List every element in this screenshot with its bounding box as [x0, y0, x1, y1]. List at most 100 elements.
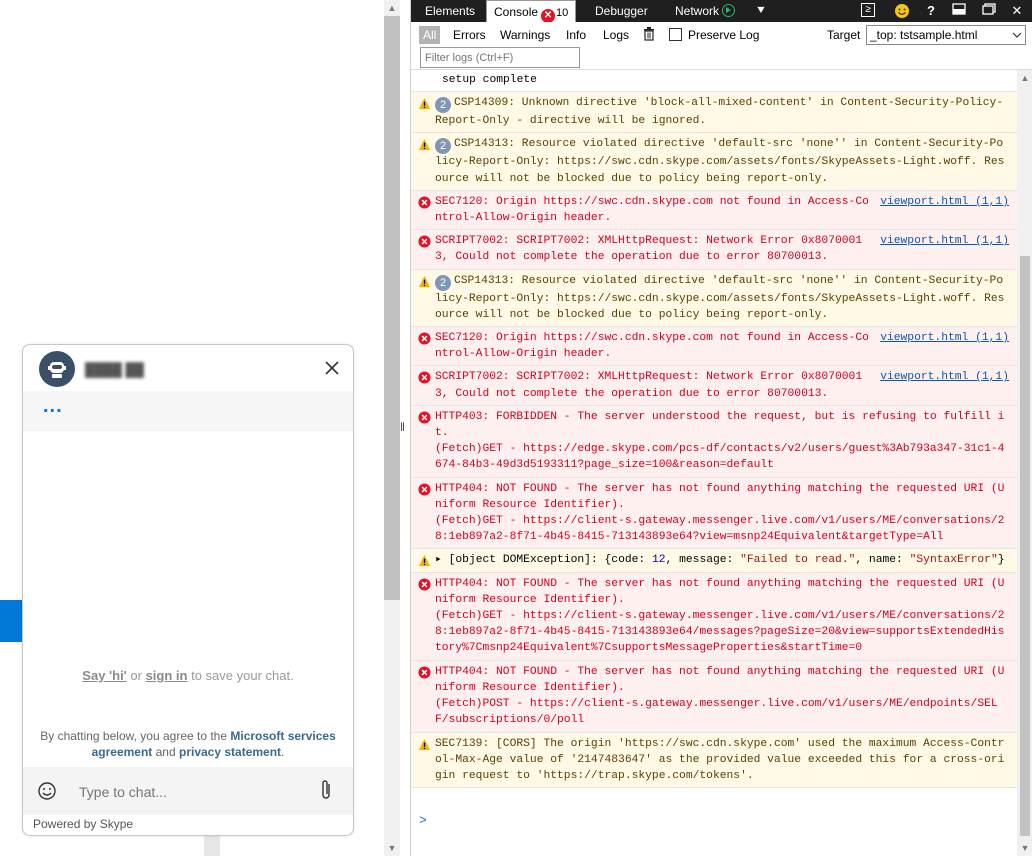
- console-error-row: HTTP404: NOT FOUND - The server has not …: [411, 477, 1017, 550]
- chat-header: ████ ██: [23, 345, 353, 391]
- console-scrollbar[interactable]: ▲ ▼: [1017, 70, 1032, 856]
- agreement-text: By chatting below, you agree to the Micr…: [35, 728, 341, 760]
- chat-input-bar: [23, 767, 353, 815]
- scroll-thumb[interactable]: [384, 16, 400, 600]
- record-icon: [722, 4, 736, 17]
- console-message-body: viewport.html (1,1) SEC7120: Origin https…: [435, 194, 1009, 226]
- error-icon: [418, 371, 431, 384]
- powered-by-skype: Powered by Skype: [33, 817, 134, 831]
- tab-network[interactable]: Network: [675, 0, 736, 22]
- scroll-up-arrow[interactable]: ▲: [384, 0, 400, 16]
- close-devtools-icon[interactable]: ✕: [1010, 3, 1024, 19]
- tab-console-label: Console: [494, 5, 539, 19]
- filter-logs-input[interactable]: [420, 47, 580, 68]
- console-message-text: SCRIPT7002: SCRIPT7002: XMLHttpRequest: …: [435, 371, 863, 400]
- console-message-text: CSP14313: Resource violated directive 'd…: [435, 274, 1005, 321]
- expand-triangle-icon[interactable]: ▸: [435, 554, 449, 566]
- preserve-log-label: Preserve Log: [688, 28, 760, 42]
- tab-elements[interactable]: Elements: [425, 0, 475, 22]
- scroll-down-arrow[interactable]: ▼: [1017, 840, 1032, 856]
- save-suffix: to save your chat.: [187, 668, 294, 683]
- warning-icon: [418, 275, 431, 287]
- console-error-row: viewport.html (1,1) SCRIPT7002: SCRIPT700…: [411, 230, 1017, 270]
- typing-indicator-bar: ...: [23, 391, 353, 431]
- source-link[interactable]: viewport.html (1,1): [880, 369, 1009, 385]
- filter-errors[interactable]: Errors: [449, 26, 490, 44]
- console-message-body: 2 CSP14309: Unknown directive 'block-all-…: [435, 95, 1009, 129]
- console-warning-row: 2 CSP14313: Resource violated directive '…: [411, 133, 1017, 191]
- filter-logs[interactable]: Logs: [599, 26, 633, 44]
- host-page: ████ ██ ... Say 'hi' or sign in to save …: [0, 0, 384, 856]
- chevron-down-icon: [1012, 32, 1022, 38]
- scroll-up-arrow[interactable]: ▲: [1017, 70, 1032, 86]
- scroll-thumb[interactable]: [1020, 256, 1030, 836]
- console-warning-row: 2 CSP14309: Unknown directive 'block-all-…: [411, 92, 1017, 134]
- warning-icon: [418, 139, 431, 151]
- source-link[interactable]: viewport.html (1,1): [880, 194, 1009, 210]
- console-message-text: HTTP404: NOT FOUND - The server has not …: [435, 665, 1005, 727]
- dock-icon[interactable]: [951, 3, 967, 19]
- console-toggle-icon[interactable]: ≥: [861, 3, 875, 17]
- console-message-body: ▸ [object DOMException]: {code: 12, mess…: [435, 552, 1009, 568]
- console-log: setup complete 2 CSP14309: Unknown direct…: [411, 70, 1017, 856]
- console-error-count: 10: [556, 7, 569, 19]
- warning-icon: [418, 738, 431, 750]
- privacy-statement-link[interactable]: privacy statement: [179, 745, 281, 759]
- tab-console[interactable]: Console ✕ 10: [486, 0, 576, 23]
- typing-dots: ...: [43, 395, 63, 417]
- scroll-down-arrow[interactable]: ▼: [384, 840, 400, 856]
- filter-all[interactable]: All: [419, 26, 441, 44]
- error-badge-icon: ✕: [541, 9, 556, 23]
- console-message-text: SEC7139: [CORS] The origin 'https://swc.…: [435, 737, 1005, 782]
- console-message-text: SCRIPT7002: SCRIPT7002: XMLHttpRequest: …: [435, 235, 863, 264]
- source-link[interactable]: viewport.html (1,1): [880, 330, 1009, 346]
- repeat-count-badge: 2: [435, 138, 451, 155]
- emoji-icon[interactable]: [37, 781, 57, 801]
- repeat-count-badge: 2: [435, 274, 451, 291]
- console-error-row: HTTP403: FORBIDDEN - The server understo…: [411, 405, 1017, 478]
- host-page-blue-block: [0, 600, 22, 642]
- console-warning-row: ▸ [object DOMException]: {code: 12, mess…: [411, 549, 1017, 573]
- console-message-body: HTTP403: FORBIDDEN - The server understo…: [435, 409, 1009, 474]
- chat-widget: ████ ██ ... Say 'hi' or sign in to save …: [22, 344, 354, 836]
- console-error-row: viewport.html (1,1) SEC7120: Origin https…: [411, 190, 1017, 231]
- error-icon: [418, 483, 431, 496]
- save-chat-hint: Say 'hi' or sign in to save your chat.: [23, 668, 353, 683]
- say-hi-link[interactable]: Say 'hi': [82, 668, 126, 683]
- console-prompt[interactable]: >: [419, 813, 427, 829]
- paperclip-icon[interactable]: [319, 779, 333, 801]
- chat-message-input[interactable]: [79, 781, 299, 803]
- period-text: .: [281, 745, 285, 759]
- object-part: "SyntaxError": [909, 554, 998, 567]
- tab-debugger[interactable]: Debugger: [595, 0, 648, 22]
- undock-icon[interactable]: [981, 3, 997, 19]
- console-message-body: 2 CSP14313: Resource violated directive '…: [435, 273, 1009, 323]
- target-value: _top: tstsample.html: [870, 28, 978, 42]
- source-link[interactable]: viewport.html (1,1): [880, 233, 1009, 249]
- object-part: , message:: [665, 554, 741, 567]
- warning-icon: [418, 555, 431, 567]
- devtools-resize-grip[interactable]: ‖: [400, 420, 410, 434]
- help-icon[interactable]: ?: [924, 3, 938, 19]
- devtools-panel: Elements Console ✕ 10 Debugger Network ⯆ ≥…: [410, 0, 1032, 856]
- target-select[interactable]: _top: tstsample.html: [866, 25, 1026, 45]
- error-icon: [418, 578, 431, 591]
- host-page-scrollbar[interactable]: ▲ ▼: [384, 0, 400, 856]
- object-part: code:: [611, 554, 652, 567]
- feedback-smiley-icon[interactable]: [893, 3, 911, 19]
- preserve-log-checkbox[interactable]: [669, 28, 682, 41]
- console-error-row: viewport.html (1,1) SEC7120: Origin https…: [411, 327, 1017, 367]
- filter-info[interactable]: Info: [562, 26, 590, 44]
- filter-warnings[interactable]: Warnings: [496, 26, 554, 44]
- sign-in-link[interactable]: sign in: [146, 668, 188, 683]
- console-warning-row: SEC7139: [CORS] The origin 'https://swc.…: [411, 732, 1017, 789]
- object-preview[interactable]: ▸ [object DOMException]: {code: 12, mess…: [435, 554, 1005, 566]
- and-text: and: [152, 745, 179, 759]
- more-tabs-icon[interactable]: ⯆: [754, 3, 768, 19]
- console-message-body: 2 CSP14313: Resource violated directive '…: [435, 136, 1009, 186]
- log-text: setup complete: [442, 74, 537, 86]
- close-icon[interactable]: [323, 359, 341, 377]
- console-warning-row: 2 CSP14313: Resource violated directive '…: [411, 269, 1017, 328]
- console-message-body: HTTP404: NOT FOUND - The server has not …: [435, 576, 1009, 657]
- trash-icon[interactable]: [643, 27, 655, 41]
